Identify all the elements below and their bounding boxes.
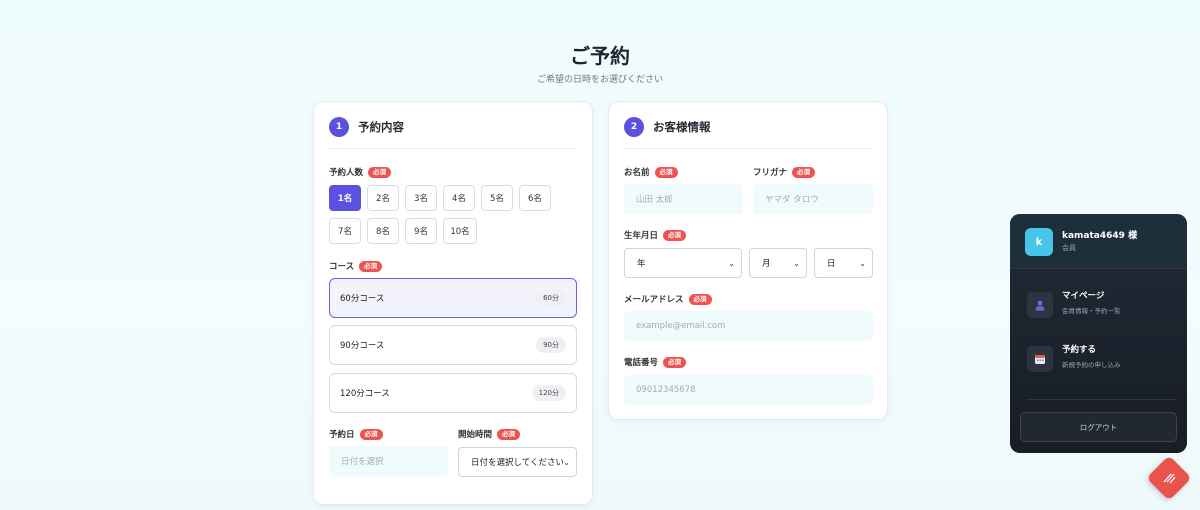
- required-badge: 必須: [663, 229, 687, 241]
- course-duration-badge: 120分: [531, 385, 566, 401]
- people-option-9[interactable]: 9名: [405, 218, 437, 244]
- card-title: お客様情報: [653, 120, 711, 134]
- menu-divider: [1027, 399, 1177, 400]
- username: kamata4649 様: [1062, 231, 1138, 241]
- course-name: 120分コース: [340, 389, 390, 399]
- reservation-details-card: 1 予約内容 予約人数 必須 1名 2名 3名 4名 5名 6名 7名 8名 9…: [313, 101, 593, 505]
- kana-label: フリガナ 必須: [753, 166, 816, 178]
- user-header: k kamata4649 様 会員: [1010, 214, 1187, 269]
- birthdate-label: 生年月日 必須: [624, 229, 687, 241]
- time-select-value: 日付を選択してください: [471, 458, 564, 468]
- people-option-4[interactable]: 4名: [443, 185, 475, 211]
- step-number: 1: [329, 117, 349, 137]
- card-header: 1 予約内容: [329, 117, 577, 149]
- name-input[interactable]: 山田 太郎: [624, 184, 743, 214]
- date-input[interactable]: 日付を選択: [329, 446, 448, 476]
- avatar: k: [1025, 228, 1053, 256]
- chevron-down-icon: ⌄: [859, 258, 866, 268]
- required-badge: 必須: [688, 293, 712, 305]
- people-option-6[interactable]: 6名: [519, 185, 551, 211]
- menu-item-desc: 新規予約の申し込み: [1062, 361, 1121, 369]
- chevron-down-icon: ⌄: [563, 457, 570, 467]
- required-badge: 必須: [359, 428, 383, 440]
- menu-item-desc: 会員情報・予約一覧: [1062, 307, 1121, 315]
- menu-item-mypage[interactable]: マイページ 会員情報・予約一覧: [1027, 288, 1177, 318]
- required-badge: 必須: [359, 260, 383, 272]
- required-badge: 必須: [663, 356, 687, 368]
- calendar-icon: [1027, 346, 1053, 372]
- course-duration-badge: 60分: [536, 290, 566, 306]
- chevron-down-icon: ⌄: [793, 258, 800, 268]
- hamburger-icon: [1160, 470, 1178, 486]
- logout-button[interactable]: ログアウト: [1020, 412, 1177, 442]
- people-option-1[interactable]: 1名: [329, 185, 361, 211]
- course-option-90[interactable]: 90分コース 90分: [329, 325, 577, 365]
- customer-info-card: 2 お客様情報 お名前 必須 フリガナ 必須 山田 太郎 ヤマダ タロウ 生年月…: [608, 101, 888, 420]
- birth-day-select[interactable]: 日 ⌄: [814, 248, 873, 278]
- date-label: 予約日 必須: [329, 428, 383, 440]
- card-title: 予約内容: [358, 120, 404, 134]
- birth-month-select[interactable]: 月 ⌄: [749, 248, 807, 278]
- required-badge: 必須: [497, 428, 521, 440]
- time-select[interactable]: 日付を選択してください ⌄: [458, 447, 577, 477]
- step-number: 2: [624, 117, 644, 137]
- course-name: 90分コース: [340, 341, 385, 351]
- phone-label: 電話番号 必須: [624, 356, 687, 368]
- name-label: お名前 必須: [624, 166, 678, 178]
- menu-item-title: マイページ: [1062, 291, 1105, 301]
- people-option-3[interactable]: 3名: [405, 185, 437, 211]
- course-option-120[interactable]: 120分コース 120分: [329, 373, 577, 413]
- people-option-7[interactable]: 7名: [329, 218, 361, 244]
- course-name: 60分コース: [340, 294, 385, 304]
- email-label: メールアドレス 必須: [624, 293, 712, 305]
- user-icon: [1027, 292, 1053, 318]
- course-duration-badge: 90分: [536, 337, 566, 353]
- people-label: 予約人数 必須: [329, 166, 392, 178]
- card-header: 2 お客様情報: [624, 117, 872, 149]
- people-option-10[interactable]: 10名: [443, 218, 477, 244]
- course-option-60[interactable]: 60分コース 60分: [329, 278, 577, 318]
- course-label: コース 必須: [329, 260, 383, 272]
- page-title: ご予約: [570, 44, 630, 68]
- user-menu-panel: k kamata4649 様 会員 マイページ 会員情報・予約一覧 予約する 新…: [1010, 214, 1187, 453]
- birth-year-select[interactable]: 年 ⌄: [624, 248, 742, 278]
- menu-item-reserve[interactable]: 予約する 新規予約の申し込み: [1027, 342, 1177, 372]
- required-badge: 必須: [368, 166, 392, 178]
- user-role: 会員: [1062, 244, 1076, 252]
- phone-input[interactable]: 09012345678: [624, 375, 873, 405]
- chevron-down-icon: ⌄: [728, 258, 735, 268]
- menu-item-title: 予約する: [1062, 345, 1097, 355]
- people-option-8[interactable]: 8名: [367, 218, 399, 244]
- time-label: 開始時間 必須: [458, 428, 521, 440]
- required-badge: 必須: [792, 166, 816, 178]
- page-subtitle: ご希望の日時をお選びください: [536, 75, 663, 85]
- required-badge: 必須: [654, 166, 678, 178]
- people-option-2[interactable]: 2名: [367, 185, 399, 211]
- email-input[interactable]: example@email.com: [624, 311, 873, 341]
- people-option-5[interactable]: 5名: [481, 185, 513, 211]
- kana-input[interactable]: ヤマダ タロウ: [753, 184, 873, 214]
